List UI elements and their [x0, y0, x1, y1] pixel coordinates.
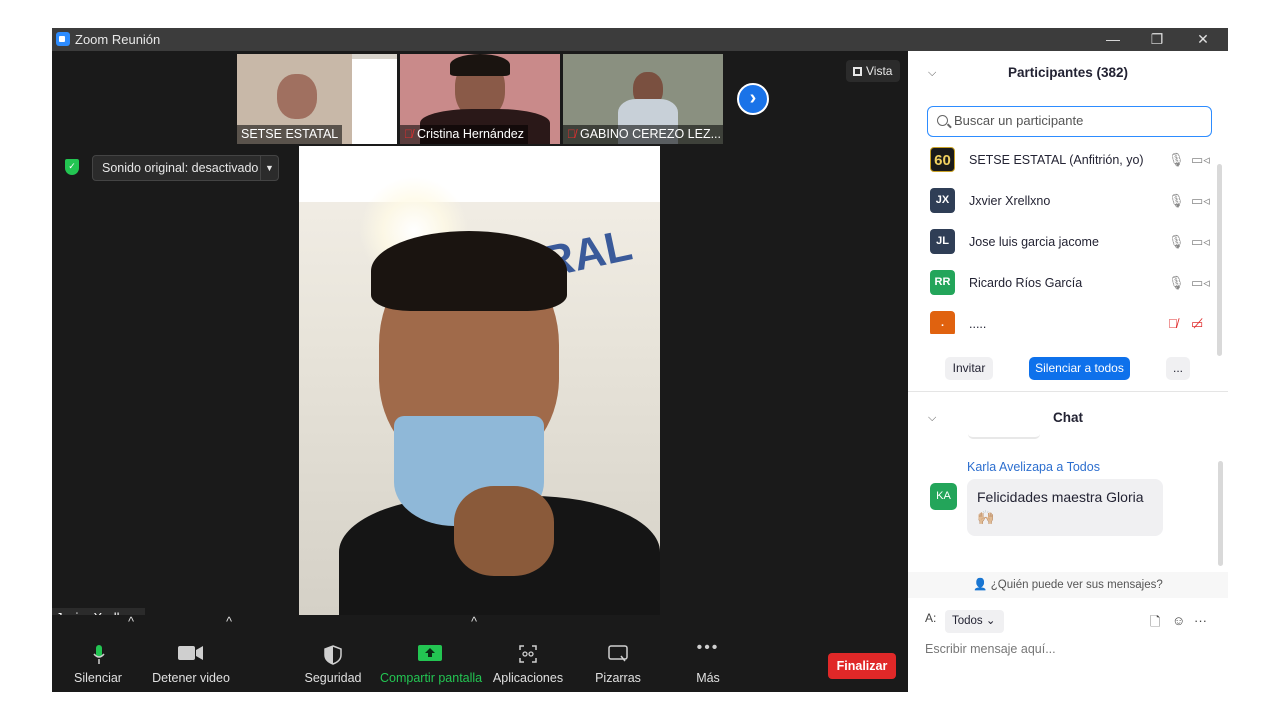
microphone-icon[interactable]: 🎙: [1168, 275, 1185, 291]
participant-row[interactable]: RR Ricardo Ríos García 🎙 ▭◃: [927, 263, 1212, 304]
chevron-down-icon[interactable]: ⌵: [928, 51, 936, 95]
who-can-see-link[interactable]: 👤 ¿Quién puede ver sus mensajes?: [908, 572, 1228, 598]
avatar: 60: [930, 147, 955, 172]
participants-more-button[interactable]: ...: [1166, 357, 1190, 380]
original-sound-button[interactable]: Sonido original: desactivado ▼: [92, 155, 279, 181]
search-icon: [937, 115, 948, 126]
video-off-icon[interactable]: ▭̸: [1191, 316, 1203, 332]
video-area: SETSE ESTATAL 🎙̸ Cristina Hernández 🎙̸ GAB…: [52, 51, 908, 629]
chevron-up-icon[interactable]: ^: [469, 615, 479, 692]
chevron-down-icon: ⌄: [985, 615, 996, 627]
security-button[interactable]: Seguridad: [304, 615, 362, 692]
chat-message: Felicidades maestra Gloria 🙌🏼: [967, 479, 1163, 536]
participant-row[interactable]: 60 SETSE ESTATAL (Anfitrión, yo) 🎙 ▭◃: [927, 140, 1212, 181]
person-lock-icon: 👤: [973, 579, 988, 591]
participant-row[interactable]: JL Jose luis garcia jacome 🎙 ▭◃: [927, 222, 1212, 263]
muted-mic-icon: 🎙̸: [567, 127, 576, 141]
thumbnail-name: SETSE ESTATAL: [237, 125, 343, 144]
chevron-up-icon[interactable]: ^: [224, 615, 234, 692]
mute-button[interactable]: Silenciar: [72, 615, 124, 692]
microphone-icon[interactable]: 🎙: [1168, 234, 1185, 250]
whiteboard-icon: [608, 645, 628, 666]
video-camera-icon[interactable]: ▭◃: [1191, 275, 1210, 291]
more-button[interactable]: ••• Más: [688, 615, 728, 692]
zoom-logo-icon: [56, 32, 70, 46]
video-camera-icon: [178, 645, 204, 664]
emoji-icon[interactable]: ☺: [1172, 613, 1185, 628]
avatar: JX: [930, 188, 955, 213]
zoom-window: Zoom Reunión — ❐ ✕ SETSE ESTATAL 🎙̸ Crist…: [52, 28, 1228, 692]
stop-video-button[interactable]: Detener video: [149, 615, 233, 692]
shield-icon: [324, 645, 342, 668]
muted-mic-icon: 🎙̸: [404, 127, 413, 141]
apps-button[interactable]: Aplicaciones: [492, 615, 564, 692]
whiteboards-button[interactable]: Pizarras: [592, 615, 644, 692]
microphone-icon[interactable]: 🎙: [1168, 193, 1185, 209]
more-dots-icon: •••: [696, 639, 720, 656]
thumbnail-name: 🎙̸ Cristina Hernández: [400, 125, 528, 144]
active-speaker-video: RURAL: [299, 146, 660, 627]
avatar: .: [930, 311, 955, 334]
next-page-button[interactable]: ›: [737, 83, 769, 115]
apps-icon: [519, 645, 537, 666]
participant-row[interactable]: JX Jxvier Xrellxno 🎙 ▭◃: [927, 181, 1212, 222]
window-title: Zoom Reunión: [75, 32, 161, 47]
meeting-toolbar: Silenciar ^ Detener video ^ Seguridad Co…: [52, 615, 908, 692]
participant-row[interactable]: . ..... 🎙̸ ▭̸: [927, 304, 1212, 334]
thumbnail-video[interactable]: 🎙̸ GABINO CEREZO LEZ...: [563, 54, 723, 144]
chat-header: ⌵ Chat: [908, 396, 1228, 438]
thumbnail-name: 🎙̸ GABINO CEREZO LEZ...: [563, 125, 723, 144]
participant-scrollbar[interactable]: [1217, 164, 1222, 356]
avatar: JL: [930, 229, 955, 254]
file-icon[interactable]: 🗋: [1150, 613, 1160, 635]
end-meeting-button[interactable]: Finalizar: [828, 653, 896, 679]
microphone-icon: [93, 645, 105, 664]
close-button[interactable]: ✕: [1180, 28, 1226, 51]
chevron-down-icon[interactable]: ▼: [260, 156, 278, 180]
thumbnail-video[interactable]: 🎙̸ Cristina Hernández: [400, 54, 560, 144]
restore-button[interactable]: ❐: [1134, 28, 1180, 51]
video-camera-icon[interactable]: ▭◃: [1191, 234, 1210, 250]
minimize-button[interactable]: —: [1090, 28, 1136, 51]
video-camera-icon[interactable]: ▭◃: [1191, 193, 1210, 209]
microphone-icon[interactable]: 🎙: [1168, 152, 1185, 168]
share-screen-icon: [418, 645, 442, 666]
security-shield-icon[interactable]: ✓: [65, 159, 79, 175]
view-button[interactable]: Vista: [846, 60, 900, 82]
thumbnail-video[interactable]: SETSE ESTATAL: [237, 54, 397, 144]
invite-button[interactable]: Invitar: [945, 357, 993, 380]
to-label: A:: [925, 611, 937, 625]
video-camera-icon[interactable]: ▭◃: [1191, 152, 1210, 168]
mute-all-button[interactable]: Silenciar a todos: [1029, 357, 1130, 380]
chat-message-input[interactable]: Escribir mensaje aquí...: [925, 642, 1056, 656]
avatar: RR: [930, 270, 955, 295]
title-bar: Zoom Reunión — ❐ ✕: [52, 28, 1228, 51]
muted-mic-icon[interactable]: 🎙̸: [1168, 316, 1178, 332]
more-dots-icon[interactable]: ···: [1194, 613, 1207, 628]
participants-header: ⌵ Participantes (382): [908, 51, 1228, 93]
clapping-hands-icon: 🙌🏼: [977, 509, 995, 525]
side-panel: ⌵ Participantes (382) Buscar un particip…: [908, 51, 1228, 692]
chevron-up-icon[interactable]: ^: [126, 615, 136, 692]
grid-icon: [853, 67, 862, 76]
chat-sender: Karla Avelizapa a Todos: [967, 460, 1100, 474]
share-screen-button[interactable]: Compartir pantalla: [380, 615, 482, 692]
participant-search-input[interactable]: Buscar un participante: [927, 106, 1212, 137]
avatar: KA: [930, 483, 957, 510]
chat-messages: Karla Avelizapa a Todos KA Felicidades m…: [908, 434, 1228, 552]
recipient-select[interactable]: Todos ⌄: [945, 610, 1004, 633]
chat-scrollbar[interactable]: [1218, 461, 1223, 566]
